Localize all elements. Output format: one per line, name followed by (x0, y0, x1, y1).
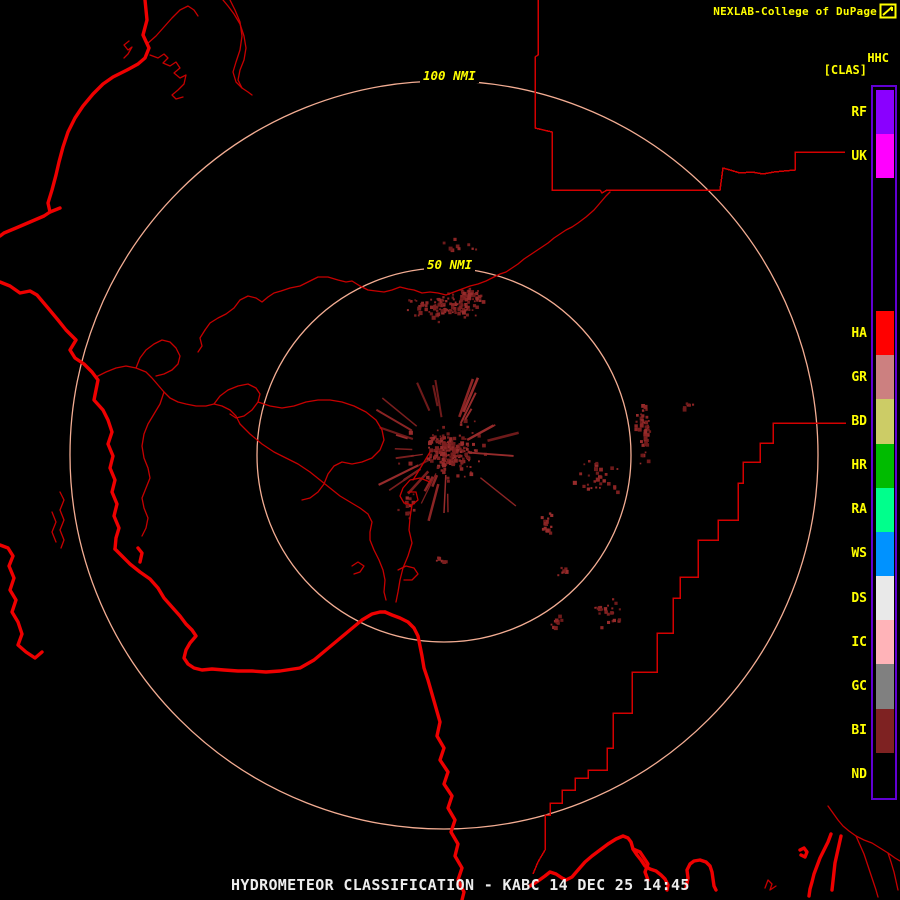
range-ring-label-100nmi: 100 NMI (420, 68, 479, 83)
map-boundary-north (534, 0, 845, 195)
radar-map-canvas (0, 0, 900, 900)
legend-label-RA: RA (851, 502, 867, 518)
legend-swatch-BI (876, 708, 894, 754)
legend-label-WS: WS (851, 546, 867, 562)
legend-swatch-blank-2 (876, 178, 894, 224)
legend-label-GR: GR (851, 369, 867, 385)
legend-swatch-UK (876, 134, 894, 179)
product-code-label: HHC (867, 51, 889, 65)
range-ring-label-50nmi: 50 NMI (424, 257, 476, 272)
product-mode-label: [CLAS] (823, 63, 867, 77)
legend-swatch-WS (876, 531, 894, 577)
legend-label-DS: DS (851, 590, 867, 606)
map-boundary-stairsteps (532, 422, 846, 875)
legend-swatch-GR (876, 355, 894, 400)
legend-swatch-DS (876, 576, 894, 621)
legend-swatch-HA (876, 310, 894, 356)
college-of-dupage-logo-icon (879, 3, 897, 19)
legend-swatch-GC (876, 664, 894, 710)
map-thin-lines (51, 0, 900, 898)
legend-label-HR: HR (851, 458, 867, 474)
legend-label-GC: GC (851, 679, 867, 695)
legend-label-RF: RF (851, 104, 867, 120)
legend-swatch-BD (876, 399, 894, 444)
legend-label-IC: IC (851, 634, 867, 650)
legend-label-BI: BI (851, 723, 867, 739)
legend-swatch-HR (876, 443, 894, 489)
legend-swatch-ND (876, 752, 894, 798)
legend-swatch-RA (876, 487, 894, 533)
radar-display: NEXLAB-College of DuPage HHC [CLAS] 100 … (0, 0, 900, 900)
map-coastlines (0, 0, 843, 900)
legend-label-ND: ND (851, 767, 867, 783)
legend-swatch-blank-4 (876, 266, 894, 312)
legend-label-BD: BD (851, 413, 867, 429)
brand-text: NEXLAB-College of DuPage (713, 5, 877, 18)
radar-echoes (375, 237, 695, 631)
legend-swatch-RF (876, 90, 894, 135)
product-title: HYDROMETEOR CLASSIFICATION - KABC 14 DEC… (231, 876, 690, 894)
legend-label-HA: HA (851, 325, 867, 341)
legend-swatch-blank-3 (876, 222, 894, 268)
legend-label-UK: UK (851, 148, 867, 164)
legend-swatch-IC (876, 620, 894, 665)
